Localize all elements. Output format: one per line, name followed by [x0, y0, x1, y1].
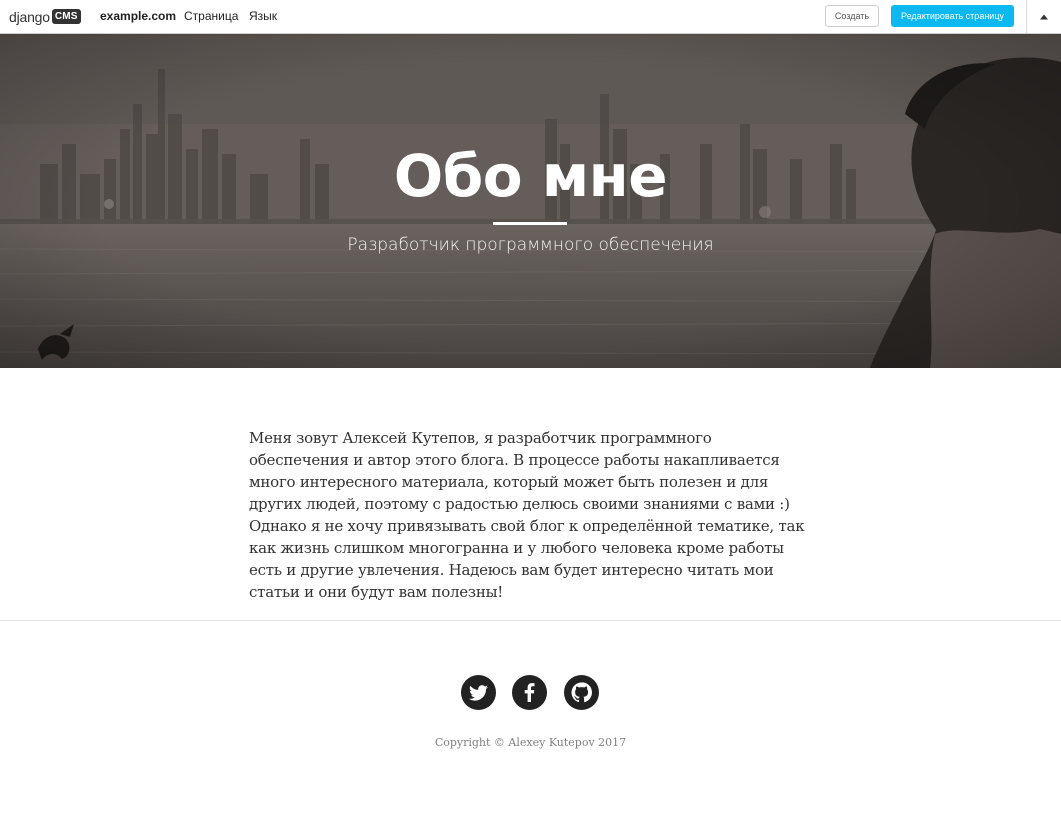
- page-title: Обо мне: [393, 142, 668, 210]
- copyright-text: Copyright © Alexey Kutepov 2017: [434, 736, 627, 749]
- facebook-icon: [524, 683, 535, 702]
- toolbar-page-menu[interactable]: Страница: [184, 9, 238, 23]
- hero-header: Обо мне Разработчик программного обеспеч…: [0, 34, 1061, 368]
- github-icon: [571, 682, 592, 703]
- toolbar-language-menu[interactable]: Язык: [249, 9, 277, 23]
- footer-divider: [0, 620, 1061, 621]
- github-link[interactable]: [564, 675, 599, 710]
- cms-toolbar: django CMS example.com Страница Язык Соз…: [0, 0, 1061, 34]
- facebook-link[interactable]: [512, 675, 547, 710]
- title-underline: [493, 222, 567, 225]
- edit-page-button[interactable]: Редактировать страницу: [891, 5, 1014, 27]
- toolbar-site-menu[interactable]: example.com: [100, 9, 176, 23]
- twitter-icon: [469, 684, 488, 701]
- page-subtitle: Разработчик программного обеспечения: [347, 235, 714, 255]
- about-text: Меня зовут Алексей Кутепов, я разработчи…: [249, 429, 805, 601]
- logo-word: django: [9, 8, 50, 25]
- logo-badge: CMS: [51, 9, 81, 24]
- caret-up-icon: [1040, 14, 1048, 19]
- create-button[interactable]: Создать: [825, 5, 879, 27]
- twitter-link[interactable]: [461, 675, 496, 710]
- toolbar-collapse-toggle[interactable]: [1027, 0, 1061, 33]
- django-cms-logo[interactable]: django CMS: [9, 8, 81, 25]
